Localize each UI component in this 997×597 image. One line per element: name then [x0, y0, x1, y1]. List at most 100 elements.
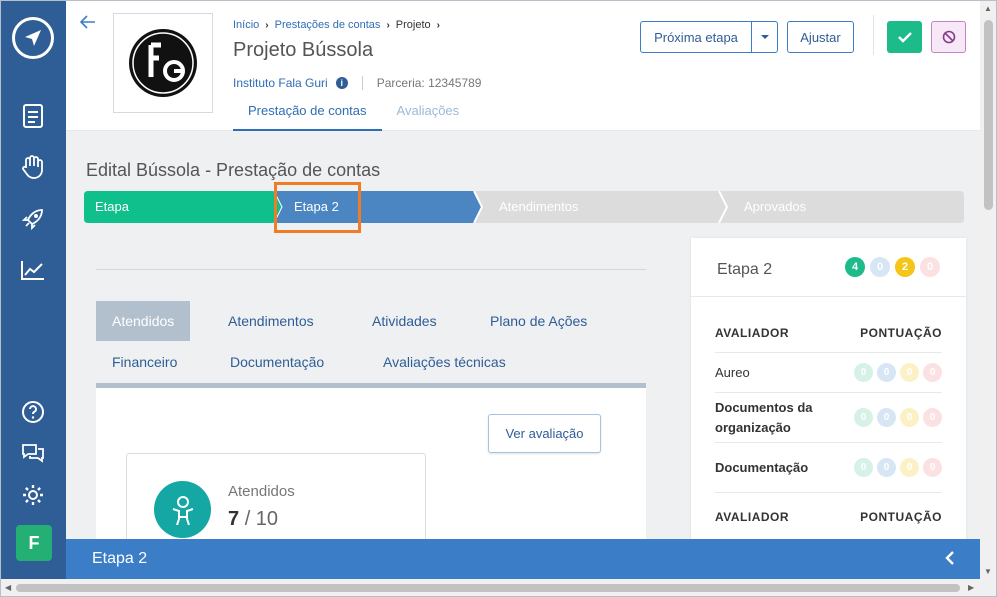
badge-pending: 0 — [870, 257, 890, 277]
breadcrumb-prestacoes[interactable]: Prestações de contas — [275, 19, 381, 31]
badge-rejected: 0 — [920, 257, 940, 277]
organization-logo — [113, 13, 213, 113]
score-badge: 0 — [923, 363, 942, 382]
caret-down-icon — [760, 35, 769, 39]
scroll-down-icon[interactable]: ▼ — [984, 567, 992, 576]
tab-financeiro[interactable]: Financeiro — [96, 342, 193, 382]
breadcrumb-projeto: Projeto — [395, 19, 431, 31]
next-step-button[interactable]: Próxima etapa — [640, 21, 752, 53]
page-title: Projeto Bússola — [233, 39, 374, 61]
tab-avaliacoes-tecnicas[interactable]: Avaliações técnicas — [367, 342, 522, 382]
chevron-right-icon: › — [265, 19, 269, 31]
partnership-label: Parceria: 12345789 — [376, 76, 482, 90]
score-badge: 0 — [854, 363, 873, 382]
scroll-right-icon[interactable]: ▶ — [968, 583, 974, 592]
evaluator-name: Aureo — [715, 365, 750, 380]
section-title: Edital Bússola - Prestação de contas — [86, 160, 381, 180]
check-icon — [897, 32, 912, 43]
score-badge: 0 — [923, 408, 942, 427]
evaluator-row: Documentação 0 0 0 0 — [715, 443, 942, 493]
drawer-title: Etapa 2 — [92, 550, 148, 567]
evaluator-name: Documentação — [715, 460, 809, 475]
chat-icon[interactable] — [19, 439, 47, 467]
sidebar: F — [1, 1, 66, 579]
score-badge: 0 — [900, 408, 919, 427]
breadcrumb-inicio[interactable]: Início — [233, 19, 259, 31]
chevron-right-icon: › — [386, 19, 390, 31]
panel-divider — [691, 296, 966, 297]
score-badge: 0 — [900, 458, 919, 477]
chevron-left-icon[interactable] — [940, 547, 960, 569]
header-score: PONTUAÇÃO — [860, 510, 942, 524]
step-atendimentos[interactable]: Atendimentos — [499, 191, 579, 223]
page-header: Início › Prestações de contas › Projeto … — [66, 1, 980, 131]
help-icon[interactable] — [19, 398, 47, 426]
hand-heart-icon[interactable] — [19, 153, 47, 181]
scroll-left-icon[interactable]: ◀ — [5, 583, 11, 592]
panel-title: Etapa 2 — [717, 261, 773, 278]
tab-avaliacoes[interactable]: Avaliações — [382, 102, 475, 131]
next-step-dropdown[interactable] — [752, 21, 778, 53]
header-tabs: Prestação de contas Avaliações — [233, 102, 474, 131]
vertical-scroll-thumb[interactable] — [984, 20, 993, 210]
person-icon — [154, 481, 211, 538]
chevron-right-icon: › — [436, 19, 440, 31]
next-step-group: Próxima etapa — [640, 21, 778, 53]
view-evaluation-button[interactable]: Ver avaliação — [488, 414, 601, 453]
tab-atendidos[interactable]: Atendidos — [96, 301, 191, 341]
header-evaluator: AVALIADOR — [715, 325, 790, 340]
evaluator-name: Documentos da organização — [715, 399, 813, 435]
score-badges: 0 0 0 0 — [854, 408, 942, 427]
tab-plano-de-acoes[interactable]: Plano de Ações — [474, 301, 603, 341]
tab-atividades[interactable]: Atividades — [356, 301, 453, 341]
bottom-drawer-bar[interactable]: Etapa 2 — [66, 539, 980, 579]
score-badges: 0 0 0 0 — [854, 458, 942, 477]
reject-button[interactable] — [931, 21, 966, 53]
score-badge: 0 — [854, 408, 873, 427]
project-meta: Instituto Fala Guri i Parceria: 12345789 — [233, 76, 481, 90]
attended-value: 7 — [228, 508, 240, 530]
tab-atendimentos[interactable]: Atendimentos — [212, 301, 330, 341]
header-evaluator: AVALIADOR — [715, 510, 790, 524]
score-badge: 0 — [877, 408, 896, 427]
score-badge: 0 — [900, 363, 919, 382]
tab-documentacao[interactable]: Documentação — [214, 342, 340, 382]
step-aprovados[interactable]: Aprovados — [744, 191, 806, 223]
document-icon[interactable] — [19, 102, 47, 130]
score-badges: 0 0 0 0 — [854, 363, 942, 382]
horizontal-scroll-thumb[interactable] — [16, 584, 960, 592]
attended-total: / 10 — [244, 508, 279, 530]
step-etapa[interactable]: Etapa — [95, 191, 129, 223]
table-header-repeat: AVALIADOR PONTUAÇÃO — [715, 498, 942, 536]
score-badge: 0 — [877, 363, 896, 382]
block-icon — [942, 30, 955, 44]
score-badge: 0 — [854, 458, 873, 477]
breadcrumb: Início › Prestações de contas › Projeto … — [233, 19, 440, 31]
meta-divider — [361, 76, 363, 90]
stage-summary-panel: Etapa 2 4 0 2 0 AVALIADOR PONTUAÇÃO Aure… — [691, 238, 966, 543]
chart-icon[interactable] — [19, 256, 47, 284]
info-icon[interactable]: i — [335, 77, 348, 89]
compass-icon[interactable] — [12, 17, 54, 59]
score-badge: 0 — [877, 458, 896, 477]
evaluator-row: Documentos da organização 0 0 0 0 — [715, 393, 942, 443]
status-badges: 4 0 2 0 — [845, 257, 940, 277]
score-badge: 0 — [923, 458, 942, 477]
header-score: PONTUAÇÃO — [860, 325, 942, 340]
back-arrow-icon[interactable] — [79, 13, 96, 34]
approve-button[interactable] — [887, 21, 922, 53]
gear-icon[interactable] — [19, 481, 47, 509]
institution-link[interactable]: Instituto Fala Guri — [233, 76, 328, 90]
header-divider — [873, 15, 874, 55]
badge-approved: 4 — [845, 257, 865, 277]
badge-warning: 2 — [895, 257, 915, 277]
attended-card: Atendidos 7 / 10 — [126, 453, 426, 553]
rocket-icon[interactable] — [19, 205, 47, 233]
content-divider — [96, 269, 646, 270]
user-avatar[interactable]: F — [16, 525, 52, 561]
attended-count: 7 / 10 — [228, 508, 278, 531]
tab-prestacao-de-contas[interactable]: Prestação de contas — [233, 102, 382, 131]
scroll-up-icon[interactable]: ▲ — [984, 4, 992, 13]
adjust-button[interactable]: Ajustar — [787, 21, 854, 53]
highlight-box — [274, 182, 361, 233]
